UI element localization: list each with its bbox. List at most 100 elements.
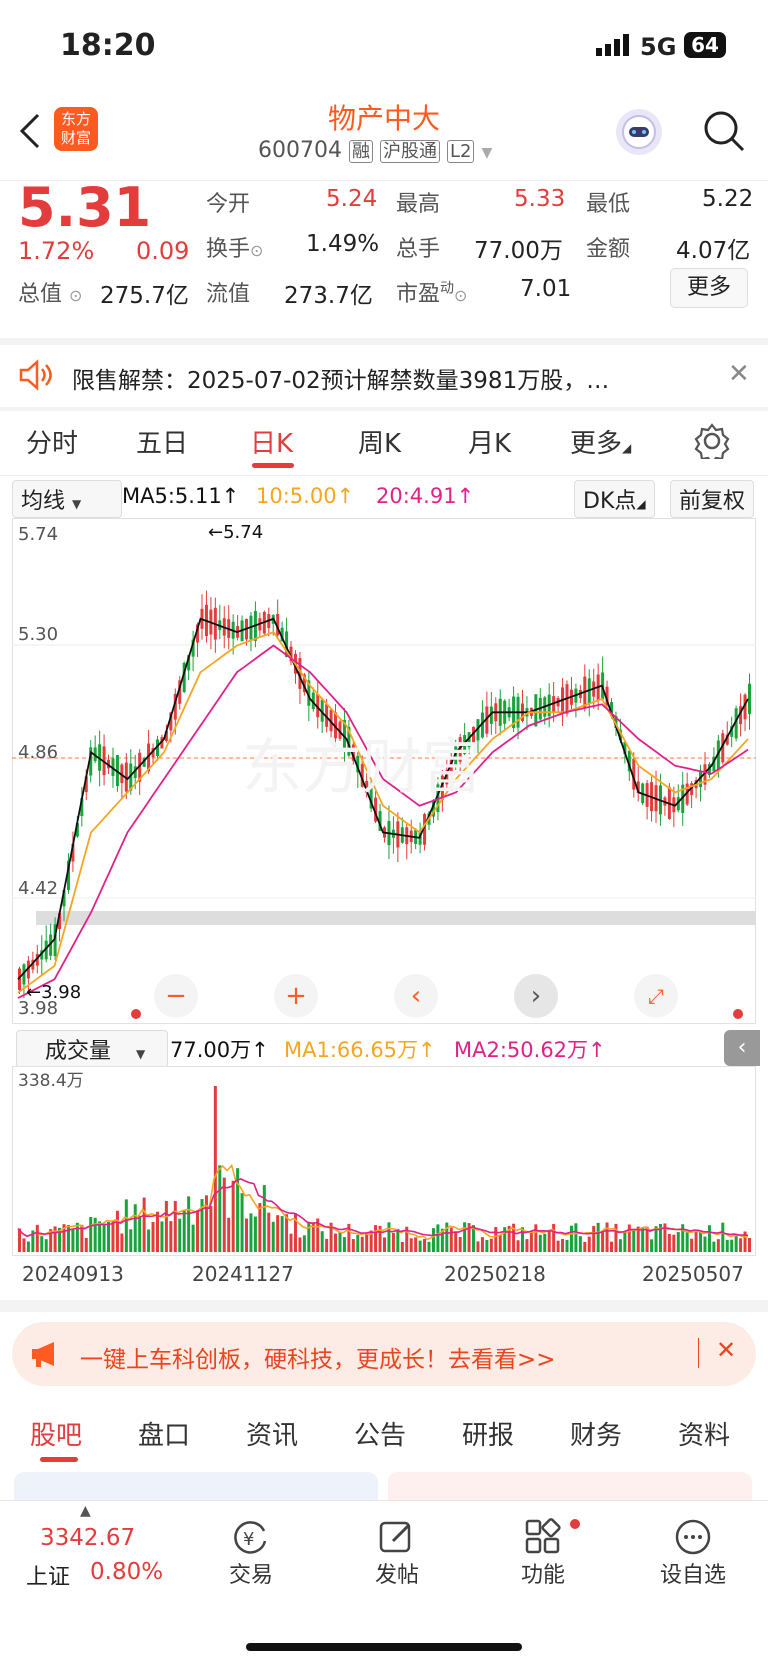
- volume-bar: [191, 1224, 195, 1252]
- zoom-out-button[interactable]: −: [154, 974, 198, 1018]
- volume-bar: [258, 1203, 262, 1252]
- robot-assistant-icon[interactable]: [616, 109, 662, 155]
- dk-point-button[interactable]: DK点◢: [574, 480, 655, 518]
- info-icon[interactable]: ⊙: [69, 286, 82, 305]
- open-value: 5.24: [326, 186, 378, 212]
- volume-bar: [587, 1236, 591, 1252]
- volume-bar: [618, 1239, 622, 1252]
- volume-ma1-label: MA1:66.65万↑: [284, 1038, 436, 1062]
- caret-up-icon: ▲: [80, 1503, 91, 1519]
- volume-bar: [26, 1241, 30, 1252]
- tab-more[interactable]: 更多◢: [570, 423, 631, 460]
- zoom-in-button[interactable]: +: [274, 974, 318, 1018]
- tab-profile[interactable]: 资料: [678, 1415, 730, 1452]
- tab-monthly-k[interactable]: 月K: [468, 423, 511, 460]
- pe-dynamic-tag: 动: [440, 280, 455, 297]
- high-value: 5.33: [514, 186, 566, 212]
- tab-five-day[interactable]: 五日: [136, 423, 188, 460]
- volume-bar: [391, 1232, 395, 1252]
- nav-add-watchlist[interactable]: 设自选: [648, 1517, 738, 1589]
- scroll-left-button[interactable]: ‹: [394, 974, 438, 1018]
- adjust-button[interactable]: 前复权: [670, 480, 755, 518]
- volume-bar: [267, 1212, 271, 1252]
- scroll-right-button[interactable]: ›: [514, 974, 558, 1018]
- date-label: 20250507: [642, 1262, 744, 1286]
- more-button[interactable]: 更多: [670, 268, 748, 308]
- volume-bar: [734, 1235, 738, 1252]
- stock-code-row[interactable]: 600704 融 沪股通 L2 ▼: [258, 137, 492, 163]
- volume-bar: [231, 1180, 235, 1252]
- notice-bar[interactable]: 限售解禁：2025-07-02预计解禁数量3981万股，… ✕: [0, 345, 768, 407]
- tab-research[interactable]: 研报: [462, 1415, 514, 1452]
- candlestick-chart[interactable]: 5.74 5.30 4.86 4.42 3.98 ←5.74 ←3.98 东方财…: [12, 518, 768, 1026]
- tab-weekly-k[interactable]: 周K: [358, 423, 401, 460]
- volume-bar: [685, 1232, 689, 1252]
- feed-card[interactable]: [388, 1472, 752, 1502]
- volume-bar: [476, 1241, 480, 1252]
- ma5-label: MA5:5.11↑: [122, 484, 240, 508]
- volume-bar: [182, 1210, 186, 1252]
- volume-bar: [120, 1233, 124, 1252]
- tab-announcements[interactable]: 公告: [354, 1415, 406, 1452]
- float-cap-value: 273.7亿: [284, 283, 373, 309]
- volume-bar: [707, 1225, 711, 1252]
- tab-news[interactable]: 资讯: [246, 1415, 298, 1452]
- info-icon[interactable]: ⊙: [454, 286, 467, 305]
- feed-card[interactable]: [14, 1472, 378, 1502]
- volume-bar: [173, 1201, 177, 1252]
- nav-post[interactable]: 发帖: [352, 1517, 442, 1589]
- volume-bar: [458, 1237, 462, 1252]
- tab-financials[interactable]: 财务: [570, 1415, 622, 1452]
- date-axis: 20240913 20241127 20250218 20250507: [0, 1262, 768, 1292]
- volume-bar: [35, 1224, 39, 1252]
- volume-bar: [414, 1237, 418, 1252]
- volume-bar: [285, 1214, 289, 1252]
- volume-bar: [632, 1229, 636, 1252]
- edit-icon: [352, 1517, 442, 1557]
- active-tab-indicator: [40, 1457, 78, 1462]
- close-icon[interactable]: ✕: [728, 359, 750, 389]
- volume-bar: [102, 1224, 106, 1252]
- axis-label-4: 4.42: [18, 878, 58, 899]
- nav-trade[interactable]: ¥ 交易: [206, 1517, 296, 1589]
- fullscreen-button[interactable]: ⤢: [634, 974, 678, 1018]
- tab-daily-k[interactable]: 日K: [250, 423, 293, 460]
- search-icon[interactable]: [702, 109, 746, 157]
- volume-bar: [534, 1224, 538, 1252]
- volume-bar: [498, 1235, 502, 1252]
- volume-indicator-select[interactable]: 成交量 ▼: [16, 1030, 168, 1068]
- volume-bar: [676, 1232, 680, 1252]
- caret-down-icon: ▼: [481, 145, 493, 161]
- volume-bar: [249, 1213, 253, 1252]
- volume-bar: [289, 1233, 293, 1252]
- settings-icon[interactable]: [694, 423, 730, 465]
- index-name: 上证: [26, 1565, 71, 1590]
- indicator-select[interactable]: 均线 ▼: [12, 480, 122, 518]
- tab-forum[interactable]: 股吧: [30, 1415, 82, 1452]
- collapse-panel-button[interactable]: ‹: [724, 1030, 760, 1066]
- index-value[interactable]: 3342.67: [40, 1525, 135, 1551]
- info-icon[interactable]: ⊙: [250, 241, 263, 260]
- banner-separator: [698, 1338, 699, 1368]
- tab-orderbook[interactable]: 盘口: [138, 1415, 190, 1452]
- volume-bar: [84, 1237, 88, 1252]
- volume-bar: [694, 1230, 698, 1252]
- promo-banner[interactable]: 一键上车科创板，硬科技，更成长！去看看>> ✕: [12, 1322, 756, 1386]
- bottom-navigation: ▲ 3342.67 上证 0.80% ¥ 交易 发帖 功能 设自选: [0, 1500, 768, 1664]
- svg-text:¥: ¥: [243, 1529, 254, 1550]
- volume-bar: [271, 1221, 275, 1252]
- volume-bar: [365, 1232, 369, 1252]
- tab-intraday[interactable]: 分时: [26, 423, 78, 460]
- close-icon[interactable]: ✕: [716, 1336, 736, 1364]
- tag-connect: 沪股通: [379, 140, 440, 163]
- volume-bar: [436, 1224, 440, 1252]
- volume-bar: [356, 1234, 360, 1252]
- volume-bar: [547, 1230, 551, 1252]
- nav-functions[interactable]: 功能: [498, 1517, 588, 1589]
- volume-bar: [107, 1221, 111, 1252]
- volume-chart[interactable]: 338.4万: [12, 1066, 768, 1256]
- volume-bar: [494, 1227, 498, 1252]
- volume-bar: [142, 1197, 146, 1252]
- volume-bar: [627, 1224, 631, 1252]
- volume-bar: [222, 1177, 226, 1252]
